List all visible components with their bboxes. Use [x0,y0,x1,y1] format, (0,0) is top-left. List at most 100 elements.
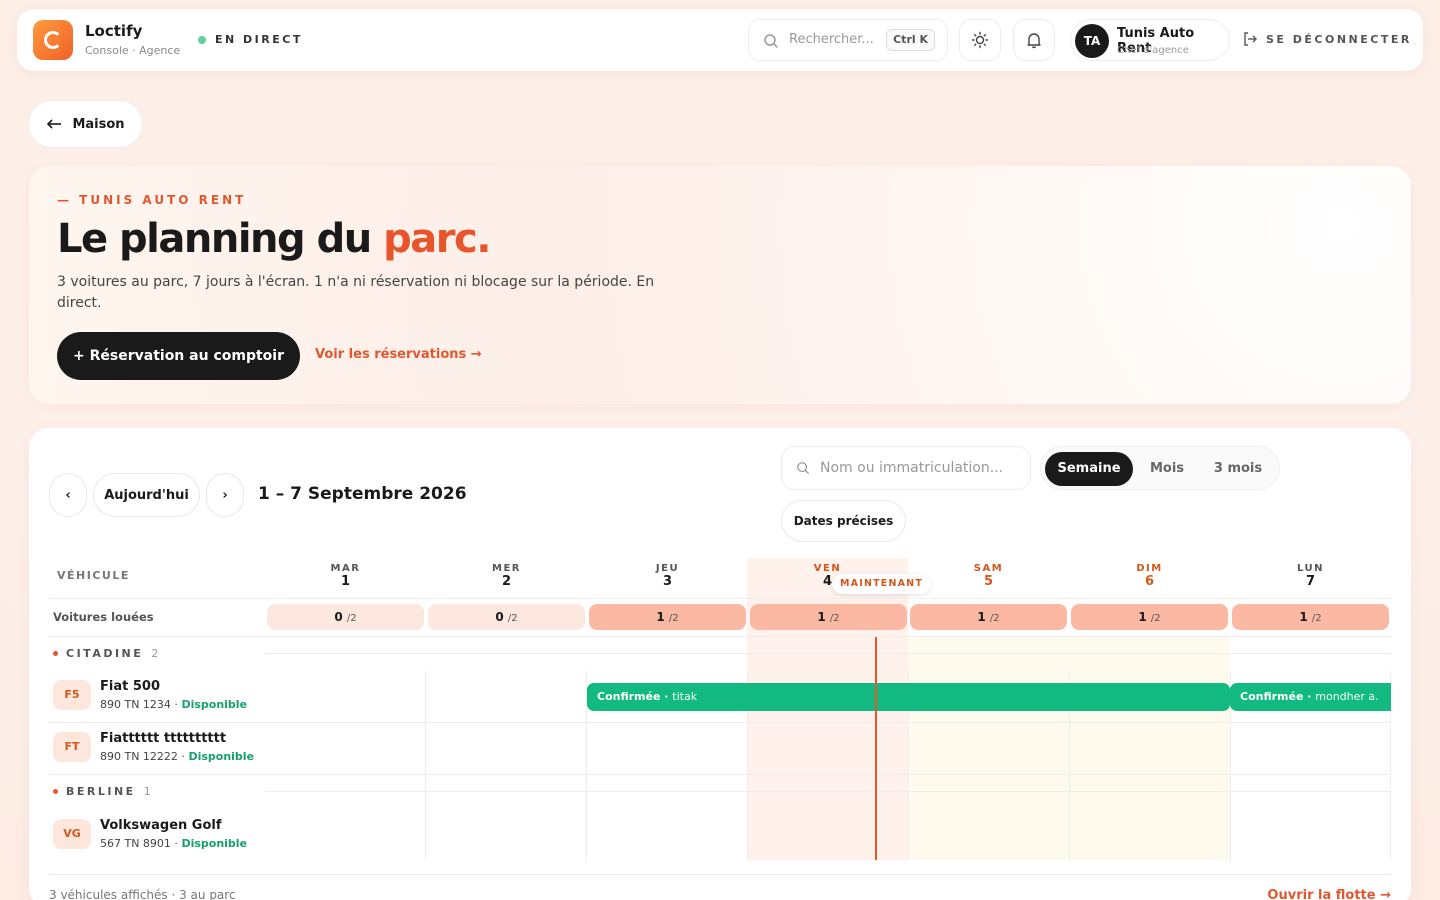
view-week-tab[interactable]: Semaine [1045,452,1133,486]
rented-count: 1 [1138,610,1147,624]
search-icon [797,462,809,474]
precise-dates-button[interactable]: Dates précises [781,500,906,542]
date-range-title: 1 – 7 Septembre 2026 [258,484,467,504]
user-menu[interactable]: TA Tunis Auto Rent Chef d'agence [1070,19,1230,61]
vehicle-search-placeholder: Nom ou immatriculation... [820,460,1004,476]
day-name: MER [492,563,521,574]
open-fleet-link[interactable]: Ouvrir la flotte → [1267,888,1391,900]
booking-bar[interactable]: Confirmée · titak [587,683,1230,711]
sun-icon [971,31,989,49]
live-dot-icon [198,36,206,44]
day-header: SAM 5 [908,563,1069,589]
group-label-berline: BERLINE 1 [53,785,151,798]
divider [49,636,1391,637]
view-switcher: Semaine Mois 3 mois [1040,446,1280,490]
day-name: LUN [1296,563,1324,574]
global-search-input[interactable]: Rechercher... Ctrl K [748,19,948,61]
vehicle-name[interactable]: Fiat 500 [100,679,160,694]
row-divider [49,774,1391,775]
divider [265,791,1391,792]
rented-count-cell: 1 /2 [750,604,907,630]
rented-count-cell: 0 /2 [267,604,424,630]
search-placeholder: Rechercher... [789,32,874,47]
rented-count: 0 [495,610,504,624]
live-indicator: EN DIRECT [215,33,303,46]
day-name: JEU [655,563,680,574]
rented-total: /2 [1311,613,1322,624]
vehicle-badge: FT [53,732,91,762]
next-week-button[interactable]: › [206,473,244,517]
avatar: TA [1075,24,1109,58]
booking-status: Confirmée [1240,690,1304,703]
rented-count: 1 [977,610,986,624]
vehicle-search-input[interactable]: Nom ou immatriculation... [781,446,1031,490]
vehicle-name[interactable]: Volkswagen Golf [100,818,222,833]
vehicle-meta: 890 TN 12222 · Disponible [100,750,255,763]
booking-customer: titak [672,690,698,703]
vehicle-name[interactable]: Fiatttttt tttttttttt [100,731,226,746]
app-name: Loctify [85,22,143,40]
divider [49,874,1391,875]
top-bar: Loctify Console · Agence EN DIRECT Reche… [17,9,1423,71]
rented-row-label: Voitures louées [53,610,154,624]
rented-total: /2 [668,613,679,624]
rented-total: /2 [507,613,518,624]
group-label-citadine: CITADINE 2 [53,647,158,660]
back-label: Maison [72,116,125,132]
counter-booking-button[interactable]: + Réservation au comptoir [57,332,300,380]
bell-icon [1027,33,1041,49]
theme-toggle-button[interactable] [959,19,1001,61]
vehicle-badge: F5 [53,680,91,710]
vehicle-status: Disponible [188,750,255,763]
booking-bar[interactable]: Confirmée · mondher a. [1230,683,1391,711]
day-number: 5 [983,574,994,589]
logout-label: SE DÉCONNECTER [1266,32,1412,46]
rented-total: /2 [346,613,357,624]
day-header: MAR 1 [265,563,426,589]
notifications-button[interactable] [1013,19,1055,61]
grid-line [425,671,426,861]
view-3months-tab[interactable]: 3 mois [1201,452,1275,486]
vehicle-badge: VG [53,819,91,849]
view-month-tab[interactable]: Mois [1137,452,1197,486]
rented-count-cell: 1 /2 [1071,604,1228,630]
view-bookings-link[interactable]: Voir les réservations → [315,347,482,362]
rented-count: 1 [1299,610,1308,624]
vehicle-meta: 890 TN 1234 · Disponible [100,698,248,711]
day-name: VEN [813,563,842,574]
group-dot-icon [53,789,58,794]
day-number: 7 [1305,574,1316,589]
prev-week-button[interactable]: ‹ [49,473,87,517]
booking-status: Confirmée [597,690,661,703]
rented-total: /2 [989,613,1000,624]
vehicle-plate: 567 TN 8901 [100,837,171,850]
logout-button[interactable]: SE DÉCONNECTER [1242,31,1412,47]
group-dot-icon [53,651,58,656]
group-count: 1 [143,785,151,798]
agency-eyebrow: — TUNIS AUTO RENT [57,193,247,207]
vehicles-count-footer: 3 véhicules affichés · 3 au parc [49,888,236,900]
vehicle-status: Disponible [181,698,248,711]
day-header: DIM 6 [1069,563,1230,589]
page-title: Le planning du parc. [57,216,491,262]
day-header: JEU 3 [587,563,748,589]
arrow-left-icon [47,119,62,129]
rented-total: /2 [829,613,840,624]
hero-card: — TUNIS AUTO RENT Le planning du parc. 3… [29,166,1411,404]
today-button[interactable]: Aujourd'hui [93,473,200,517]
rented-count-cell: 1 /2 [1232,604,1389,630]
rented-count: 1 [656,610,665,624]
page-title-main: Le planning du [57,216,384,262]
weekend-column-sun [1069,638,1230,860]
day-number: 6 [1144,574,1155,589]
page-title-accent: parc. [383,216,491,262]
row-divider [49,722,1391,723]
loctify-logo-icon[interactable] [33,20,73,60]
group-name: CITADINE [66,647,144,660]
weekend-column-sat [908,638,1069,860]
back-home-button[interactable]: Maison [28,100,143,148]
divider [265,653,1391,654]
rented-count: 0 [334,610,343,624]
vehicle-plate: 890 TN 12222 [100,750,178,763]
rented-count: 1 [817,610,826,624]
